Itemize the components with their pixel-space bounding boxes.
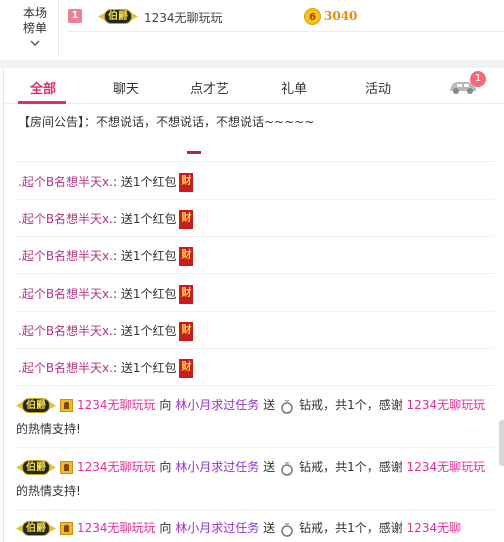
send-text: 送 xyxy=(263,521,276,535)
gift-text: 钻戒，共1个，感谢 xyxy=(299,521,403,535)
sender-name[interactable]: .起个B名想半天x. xyxy=(18,324,113,338)
divider xyxy=(14,273,494,274)
gift-message: .起个B名想半天x.: 送1个红包财 xyxy=(18,210,194,230)
to-text: 向 xyxy=(159,398,172,412)
active-tab-indicator xyxy=(18,101,66,104)
to-text: 向 xyxy=(159,521,172,535)
divider xyxy=(14,348,494,349)
divider xyxy=(58,0,59,56)
ranking-entry[interactable]: 1 伯爵 1234无聊玩玩 6 3040 xyxy=(68,8,498,28)
announcement-marker xyxy=(187,151,201,154)
tab-talent[interactable]: 点才艺 xyxy=(190,78,229,97)
sender-name[interactable]: .起个B名想半天x. xyxy=(18,361,113,375)
divider xyxy=(14,447,494,448)
divider xyxy=(14,199,494,200)
ring-icon xyxy=(281,399,293,414)
gift-thanks-message: 伯爵 1234无聊玩玩 向 林小月求过任务 送 钻戒，共1个，感谢 1234无聊玩… xyxy=(16,393,496,441)
sender-name[interactable]: 1234无聊玩玩 xyxy=(77,398,156,412)
gift-text: : 送1个红包 xyxy=(112,287,177,301)
gift-text: : 送1个红包 xyxy=(112,324,177,338)
divider xyxy=(14,385,494,386)
tab-all[interactable]: 全部 xyxy=(30,78,56,97)
ring-icon xyxy=(281,522,293,537)
send-text: 送 xyxy=(263,398,276,412)
level-icon xyxy=(60,399,73,412)
car-count-badge: 1 xyxy=(470,71,486,87)
rank-number: 1 xyxy=(68,9,82,23)
ring-icon xyxy=(281,461,293,476)
gift-message: .起个B名想半天x.: 送1个红包财 xyxy=(18,359,194,379)
scrollbar[interactable] xyxy=(499,420,504,466)
red-packet-icon: 财 xyxy=(179,173,194,192)
red-packet-icon: 财 xyxy=(179,210,194,229)
sender-name[interactable]: 1234无聊玩玩 xyxy=(77,521,156,535)
divider xyxy=(14,311,494,312)
tab-chat[interactable]: 聊天 xyxy=(113,78,139,97)
room-announcement: 【房间公告】：不想说话，不想说话，不想说话~~~~~ xyxy=(18,115,315,129)
divider xyxy=(14,236,494,237)
coin-icon: 6 xyxy=(304,8,321,25)
ranking-user-name[interactable]: 1234无聊玩玩 xyxy=(144,9,223,26)
title-badge: 伯爵 xyxy=(16,520,56,537)
sender-name[interactable]: .起个B名想半天x. xyxy=(18,287,113,301)
gift-message: .起个B名想半天x.: 送1个红包财 xyxy=(18,173,194,193)
sender-name[interactable]: 1234无聊玩玩 xyxy=(77,460,156,474)
sender-name[interactable]: 1234无聊玩玩 xyxy=(407,460,486,474)
chevron-down-icon[interactable] xyxy=(30,38,40,48)
ranking-value: 3040 xyxy=(324,9,358,23)
gift-text: : 送1个红包 xyxy=(112,175,177,189)
gift-text: 钻戒，共1个，感谢 xyxy=(299,460,403,474)
level-icon xyxy=(60,522,73,535)
sender-name[interactable]: 1234无聊 xyxy=(407,521,462,535)
thanks-tail: 的热情支持! xyxy=(16,484,81,498)
gift-thanks-message: 伯爵 1234无聊玩玩 向 林小月求过任务 送 钻戒，共1个，感谢 1234无聊 xyxy=(16,516,496,540)
chat-panel: 全部 聊天 点才艺 礼单 活动 1 【房间公告】：不想说话，不想说话，不想说话~… xyxy=(3,68,504,542)
red-packet-icon: 财 xyxy=(179,285,194,304)
separator xyxy=(0,60,504,68)
target-name[interactable]: 林小月求过任务 xyxy=(175,521,259,535)
title-badge: 伯爵 xyxy=(16,397,56,414)
gift-message: .起个B名想半天x.: 送1个红包财 xyxy=(18,247,194,267)
tab-gift-list[interactable]: 礼单 xyxy=(281,78,307,97)
sender-name[interactable]: 1234无聊玩玩 xyxy=(407,398,486,412)
target-name[interactable]: 林小月求过任务 xyxy=(175,398,259,412)
thanks-tail: 的热情支持! xyxy=(16,422,81,436)
gift-text: : 送1个红包 xyxy=(112,212,177,226)
to-text: 向 xyxy=(159,460,172,474)
divider xyxy=(14,161,494,162)
gift-text: : 送1个红包 xyxy=(112,361,177,375)
red-packet-icon: 财 xyxy=(179,247,194,266)
gift-text: 钻戒，共1个，感谢 xyxy=(299,398,403,412)
ranking-tab[interactable]: 本场 榜单 xyxy=(14,6,56,48)
level-icon xyxy=(60,461,73,474)
title-badge: 伯爵 xyxy=(16,459,56,476)
gift-message: .起个B名想半天x.: 送1个红包财 xyxy=(18,322,194,342)
divider xyxy=(14,509,494,510)
send-text: 送 xyxy=(263,460,276,474)
gift-message: .起个B名想半天x.: 送1个红包财 xyxy=(18,285,194,305)
sender-name[interactable]: .起个B名想半天x. xyxy=(18,212,113,226)
sender-name[interactable]: .起个B名想半天x. xyxy=(18,249,113,263)
title-badge: 伯爵 xyxy=(98,8,138,29)
ranking-tab-label-line2: 榜单 xyxy=(22,21,47,35)
gift-text: : 送1个红包 xyxy=(112,249,177,263)
red-packet-icon: 财 xyxy=(179,359,194,378)
tab-activity[interactable]: 活动 xyxy=(365,78,391,97)
gift-thanks-message: 伯爵 1234无聊玩玩 向 林小月求过任务 送 钻戒，共1个，感谢 1234无聊玩… xyxy=(16,455,496,503)
ranking-tab-label-line1: 本场 xyxy=(22,6,47,20)
red-packet-icon: 财 xyxy=(179,322,194,341)
target-name[interactable]: 林小月求过任务 xyxy=(175,460,259,474)
divider xyxy=(68,31,504,32)
tab-bar: 全部 聊天 点才艺 礼单 活动 1 xyxy=(4,68,504,104)
sender-name[interactable]: .起个B名想半天x. xyxy=(18,175,113,189)
ranking-panel: 本场 榜单 1 伯爵 1234无聊玩玩 6 3040 xyxy=(0,0,504,60)
